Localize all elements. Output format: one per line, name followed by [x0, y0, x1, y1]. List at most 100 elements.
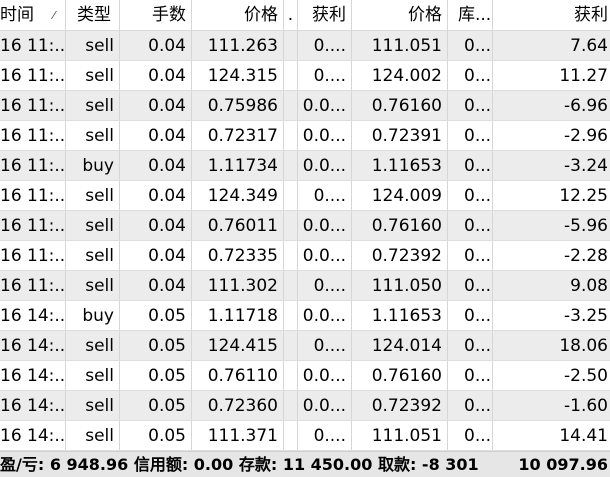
cell-dot — [284, 31, 298, 60]
header-price-current[interactable]: 价格 — [352, 0, 448, 30]
cell-lots: 0.05 — [120, 361, 192, 390]
cell-open-price: 124.349 — [192, 181, 284, 210]
cell-type: buy — [66, 301, 120, 330]
cell-type: sell — [66, 121, 120, 150]
cell-type: sell — [66, 361, 120, 390]
cell-swap: 0... — [448, 61, 493, 90]
cell-take-profit: 0.0... — [298, 241, 352, 270]
cell-time: 16 14:... — [0, 391, 66, 420]
header-swap[interactable]: 库... — [448, 0, 493, 30]
cell-current-price: 124.009 — [352, 181, 448, 210]
cell-lots: 0.04 — [120, 151, 192, 180]
table-row[interactable]: 16 11:... buy 0.04 1.11734 0.0... 1.11653 0...… — [0, 151, 610, 181]
cell-profit: 7.64 — [570, 36, 608, 56]
cell-profit: 9.08 — [570, 276, 608, 296]
cell-time: 16 11:... — [0, 121, 66, 150]
account-summary-text: 盈/亏: 6 948.96 信用额: 0.00 存款: 11 450.00 取款… — [0, 455, 479, 474]
orders-table: 时间 ⁄ 类型 手数 价格 . 获利 价格 库... 获利 16 11:... se… — [0, 0, 610, 451]
table-row[interactable]: 16 14:... buy 0.05 1.11718 0.0... 1.11653 0...… — [0, 301, 610, 331]
cell-take-profit: 0.... — [298, 61, 352, 90]
cell-time: 16 11:... — [0, 181, 66, 210]
cell-current-price: 1.11653 — [352, 151, 448, 180]
cell-dot — [284, 391, 298, 420]
cell-time: 16 14:... — [0, 361, 66, 390]
cell-dot — [284, 361, 298, 390]
cell-take-profit: 0.0... — [298, 121, 352, 150]
cell-type: sell — [66, 181, 120, 210]
cell-profit: -2.28 — [564, 246, 608, 266]
cell-open-price: 0.76110 — [192, 361, 284, 390]
cell-time: 16 11:... — [0, 151, 66, 180]
cell-time: 16 14:... — [0, 331, 66, 360]
cell-take-profit: 0.... — [298, 31, 352, 60]
table-row[interactable]: 16 11:... sell 0.04 111.302 0.... 111.050 0...… — [0, 271, 610, 301]
table-row[interactable]: 16 11:... sell 0.04 124.315 0.... 124.002 0...… — [0, 61, 610, 91]
cell-current-price: 111.051 — [352, 31, 448, 60]
sort-arrow-icon: ⁄ — [53, 9, 55, 22]
table-row[interactable]: 16 14:... sell 0.05 0.72360 0.0... 0.72392 0..… — [0, 391, 610, 421]
header-take-profit[interactable]: 获利 — [298, 0, 352, 30]
cell-swap: 0... — [448, 271, 493, 300]
header-profit[interactable]: 获利 — [493, 0, 610, 30]
table-row[interactable]: 16 14:... sell 0.05 0.76110 0.0... 0.76160 0..… — [0, 361, 610, 391]
table-row[interactable]: 16 11:... sell 0.04 0.76011 0.0... 0.76160 0..… — [0, 211, 610, 241]
cell-current-price: 1.11653 — [352, 301, 448, 330]
cell-profit: -3.25 — [564, 306, 608, 326]
cell-type: sell — [66, 31, 120, 60]
table-body: 16 11:... sell 0.04 111.263 0.... 111.051 0...… — [0, 31, 610, 451]
cell-open-price: 0.76011 — [192, 211, 284, 240]
table-row[interactable]: 16 14:... sell 0.05 111.371 0.... 111.051 0...… — [0, 421, 610, 451]
cell-type: sell — [66, 421, 120, 450]
table-row[interactable]: 16 11:... sell 0.04 111.263 0.... 111.051 0...… — [0, 31, 610, 61]
cell-open-price: 0.72317 — [192, 121, 284, 150]
table-header: 时间 ⁄ 类型 手数 价格 . 获利 价格 库... 获利 — [0, 0, 610, 31]
table-row[interactable]: 16 11:... sell 0.04 124.349 0.... 124.009 0...… — [0, 181, 610, 211]
header-dot[interactable]: . — [284, 0, 298, 30]
cell-type: sell — [66, 271, 120, 300]
cell-time: 16 11:... — [0, 31, 66, 60]
table-row[interactable]: 16 11:... sell 0.04 0.72317 0.0... 0.72391 0..… — [0, 121, 610, 151]
cell-take-profit: 0.... — [298, 181, 352, 210]
header-price[interactable]: 价格 — [192, 0, 284, 30]
cell-current-price: 0.76160 — [352, 211, 448, 240]
cell-take-profit: 0.0... — [298, 391, 352, 420]
cell-profit: -2.50 — [564, 366, 608, 386]
cell-current-price: 0.76160 — [352, 91, 448, 120]
cell-swap: 0... — [448, 211, 493, 240]
table-row[interactable]: 16 14:... sell 0.05 124.415 0.... 124.014 0...… — [0, 331, 610, 361]
account-total-profit: 10 097.96 — [518, 455, 608, 474]
account-summary-bar: 盈/亏: 6 948.96 信用额: 0.00 存款: 11 450.00 取款… — [0, 451, 610, 477]
cell-swap: 0... — [448, 331, 493, 360]
cell-swap: 0... — [448, 31, 493, 60]
cell-current-price: 111.051 — [352, 421, 448, 450]
cell-open-price: 0.72360 — [192, 391, 284, 420]
cell-type: sell — [66, 331, 120, 360]
cell-time: 16 11:... — [0, 241, 66, 270]
cell-profit: -1.60 — [564, 396, 608, 416]
cell-lots: 0.04 — [120, 31, 192, 60]
cell-swap: 0... — [448, 361, 493, 390]
cell-lots: 0.04 — [120, 91, 192, 120]
cell-profit: -5.96 — [564, 216, 608, 236]
cell-lots: 0.05 — [120, 421, 192, 450]
cell-current-price: 111.050 — [352, 271, 448, 300]
cell-type: sell — [66, 211, 120, 240]
cell-type: sell — [66, 91, 120, 120]
header-type[interactable]: 类型 — [66, 0, 120, 30]
cell-take-profit: 0.0... — [298, 361, 352, 390]
cell-current-price: 0.76160 — [352, 361, 448, 390]
cell-time: 16 11:... — [0, 91, 66, 120]
cell-current-price: 0.72392 — [352, 241, 448, 270]
cell-dot — [284, 91, 298, 120]
cell-take-profit: 0.... — [298, 271, 352, 300]
cell-swap: 0... — [448, 181, 493, 210]
cell-dot — [284, 61, 298, 90]
cell-time: 16 11:... — [0, 61, 66, 90]
table-row[interactable]: 16 11:... sell 0.04 0.72335 0.0... 0.72392 0..… — [0, 241, 610, 271]
table-row[interactable]: 16 11:... sell 0.04 0.75986 0.0... 0.76160 0..… — [0, 91, 610, 121]
header-time[interactable]: 时间 ⁄ — [0, 0, 66, 30]
cell-swap: 0... — [448, 241, 493, 270]
header-lots[interactable]: 手数 — [120, 0, 192, 30]
cell-time: 16 11:... — [0, 211, 66, 240]
cell-take-profit: 0.... — [298, 421, 352, 450]
